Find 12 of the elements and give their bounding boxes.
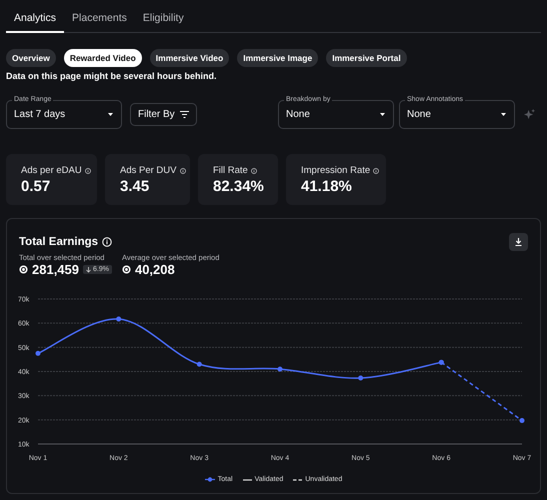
stat-label: Impression Rate — [301, 165, 370, 176]
card-title: Total Earnings — [19, 236, 98, 248]
summary-value: 281,459 — [32, 262, 79, 277]
notice-text: Data on this page might be several hours behind. — [6, 71, 218, 81]
stat-label: Ads per eDAU — [21, 165, 82, 176]
stat-value: 41.18% — [301, 178, 353, 195]
stat-label: Ads Per DUV — [120, 165, 176, 176]
stat-value: 0.57 — [21, 178, 52, 195]
stat-label: Fill Rate — [213, 165, 248, 176]
summary-value: 40,208 — [134, 262, 175, 277]
stat-value: 3.45 — [120, 178, 150, 195]
stat-value: 82.34% — [213, 178, 265, 195]
